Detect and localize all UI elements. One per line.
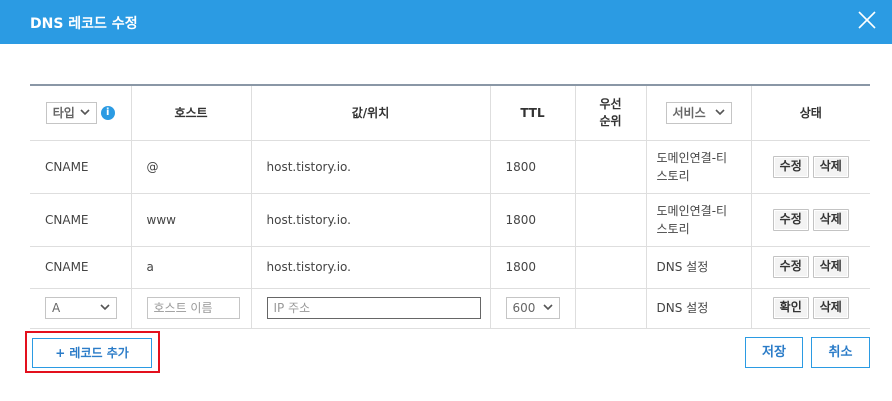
dialog-header: DNS 레코드 수정 (0, 0, 892, 44)
column-ttl: TTL (490, 86, 576, 141)
new-record-service-cell: DNS 설정 (646, 288, 752, 329)
record-host: a (131, 246, 252, 289)
save-button[interactable]: 저장 (745, 337, 803, 368)
delete-button[interactable]: 삭제 (812, 297, 849, 319)
table-row: CNAME a host.tistory.io. 1800 DNS 설정 수정 삭… (30, 246, 870, 289)
edit-button[interactable]: 수정 (772, 256, 809, 278)
chevron-down-icon (100, 304, 110, 311)
column-state: 상태 (751, 86, 870, 141)
record-ttl: 1800 (490, 140, 576, 194)
table-row: CNAME www host.tistory.io. 1800 도메인연결-티 스… (30, 193, 870, 247)
chevron-down-icon (542, 304, 553, 311)
record-priority (575, 193, 647, 247)
record-service: 도메인연결-티 스토리 (646, 140, 752, 194)
column-host: 호스트 (131, 86, 252, 141)
record-ttl: 1800 (490, 246, 576, 289)
delete-button[interactable]: 삭제 (812, 256, 849, 278)
chevron-down-icon (80, 109, 90, 115)
record-ttl: 1800 (490, 193, 576, 247)
new-record-state-cell: 확인 삭제 (751, 288, 870, 329)
table-row: CNAME @ host.tistory.io. 1800 도메인연결-티 스토리… (30, 140, 870, 194)
column-value: 값/위치 (251, 86, 491, 141)
service-filter-select[interactable]: 서비스 (665, 101, 732, 124)
delete-button[interactable]: 삭제 (812, 155, 849, 178)
column-priority: 우선 순위 (575, 86, 647, 141)
new-record-host-cell: 호스트 이름 (131, 288, 252, 329)
type-filter-select[interactable]: 타입 (45, 101, 97, 124)
delete-button[interactable]: 삭제 (812, 208, 849, 231)
add-record-button[interactable]: + 레코드 추가 (32, 338, 152, 368)
dns-records-table: 타입 i 호스트 값/위치 TTL 우선 순위 서비스 상태 CNAME @ h… (30, 86, 870, 329)
column-type: 타입 i (30, 86, 132, 141)
record-host: www (131, 193, 252, 247)
close-button[interactable] (854, 7, 880, 33)
chevron-down-icon (714, 109, 725, 115)
new-record-row: A 호스트 이름 IP 주소 600 DNS 설정 확인 삭제 (30, 288, 870, 329)
cancel-button[interactable]: 취소 (811, 337, 870, 368)
table-header-row: 타입 i 호스트 값/위치 TTL 우선 순위 서비스 상태 (30, 86, 870, 141)
new-record-type-cell: A (30, 288, 132, 329)
confirm-button[interactable]: 확인 (772, 297, 809, 319)
record-host: @ (131, 140, 252, 194)
edit-button[interactable]: 수정 (772, 155, 809, 178)
record-state: 수정 삭제 (751, 193, 870, 247)
column-service: 서비스 (646, 86, 752, 141)
dns-record-edit-dialog: DNS 레코드 수정 타입 i 호스트 값/위치 TTL 우선 순위 서비스 상… (0, 0, 892, 401)
dns-records-table-wrap: 타입 i 호스트 값/위치 TTL 우선 순위 서비스 상태 CNAME @ h… (30, 84, 870, 329)
host-input[interactable]: 호스트 이름 (146, 297, 240, 319)
info-icon[interactable]: i (100, 105, 115, 120)
new-record-type-select[interactable]: A (45, 297, 117, 319)
record-priority (575, 140, 647, 194)
ttl-select[interactable]: 600 (505, 297, 560, 319)
new-record-ttl-cell: 600 (490, 288, 576, 329)
ip-address-input[interactable]: IP 주소 (266, 297, 481, 319)
close-icon (858, 11, 876, 29)
record-state: 수정 삭제 (751, 140, 870, 194)
record-type: CNAME (30, 140, 132, 194)
record-value: host.tistory.io. (251, 140, 491, 194)
record-service: DNS 설정 (646, 246, 752, 289)
dialog-title: DNS 레코드 수정 (30, 16, 138, 32)
new-record-priority-cell (575, 288, 647, 329)
new-record-value-cell: IP 주소 (251, 288, 491, 329)
record-value: host.tistory.io. (251, 246, 491, 289)
record-value: host.tistory.io. (251, 193, 491, 247)
record-type: CNAME (30, 193, 132, 247)
record-priority (575, 246, 647, 289)
record-state: 수정 삭제 (751, 246, 870, 289)
record-service: 도메인연결-티 스토리 (646, 193, 752, 247)
edit-button[interactable]: 수정 (772, 208, 809, 231)
record-type: CNAME (30, 246, 132, 289)
